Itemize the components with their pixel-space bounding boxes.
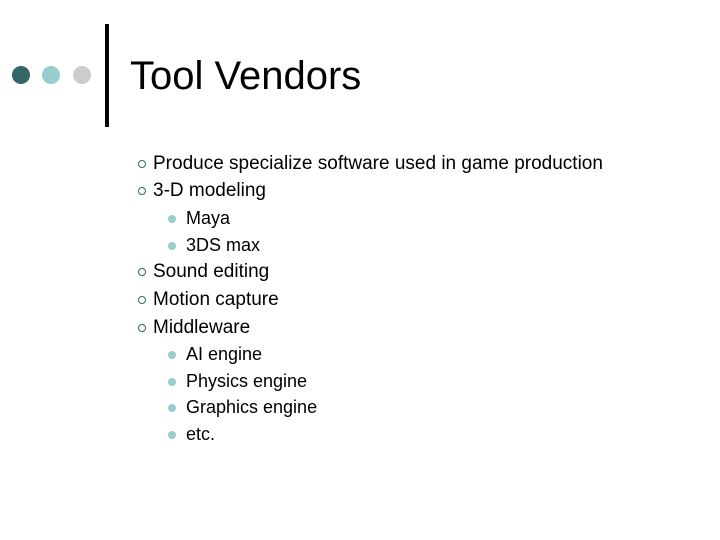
sub-bullet-item: Physics engine [168, 369, 308, 393]
slide-title: Tool Vendors [130, 54, 362, 98]
bullet-text: Maya [186, 208, 231, 228]
bullet-text: 3DS max [186, 235, 261, 255]
bullet-item: Sound editing [138, 260, 270, 284]
title-divider-line [105, 24, 109, 127]
decor-dot-dark-teal [12, 66, 30, 84]
decor-dot-light-grey [73, 66, 91, 84]
filled-dot-bullet-icon [168, 351, 176, 359]
filled-dot-bullet-icon [168, 242, 176, 250]
sub-bullet-item: 3DS max [168, 233, 261, 257]
bullet-text: etc. [186, 424, 216, 444]
bullet-item: Middleware [138, 316, 251, 340]
hollow-bullet-icon [138, 296, 146, 304]
bullet-text: Graphics engine [186, 397, 318, 417]
hollow-bullet-icon [138, 324, 146, 332]
bullet-item: Motion capture [138, 288, 279, 312]
bullet-text: 3-D modeling [153, 180, 266, 201]
filled-dot-bullet-icon [168, 431, 176, 439]
hollow-bullet-icon [138, 268, 146, 276]
sub-bullet-item: Graphics engine [168, 395, 318, 419]
bullet-text: Physics engine [186, 371, 308, 391]
bullet-text: Motion capture [153, 289, 279, 310]
hollow-bullet-icon [138, 187, 146, 195]
filled-dot-bullet-icon [168, 404, 176, 412]
bullet-item: 3-D modeling [138, 179, 266, 203]
bullet-text: Produce specialize software used in game… [153, 153, 603, 174]
sub-bullet-item: etc. [168, 422, 216, 446]
hollow-bullet-icon [138, 160, 146, 168]
bullet-text: Sound editing [153, 261, 270, 282]
bullet-text: Middleware [153, 317, 251, 338]
sub-bullet-item: Maya [168, 206, 231, 230]
decor-dot-light-teal [42, 66, 60, 84]
filled-dot-bullet-icon [168, 215, 176, 223]
filled-dot-bullet-icon [168, 378, 176, 386]
bullet-text: AI engine [186, 344, 263, 364]
sub-bullet-item: AI engine [168, 342, 263, 366]
bullet-item: Produce specialize software used in game… [138, 152, 603, 176]
